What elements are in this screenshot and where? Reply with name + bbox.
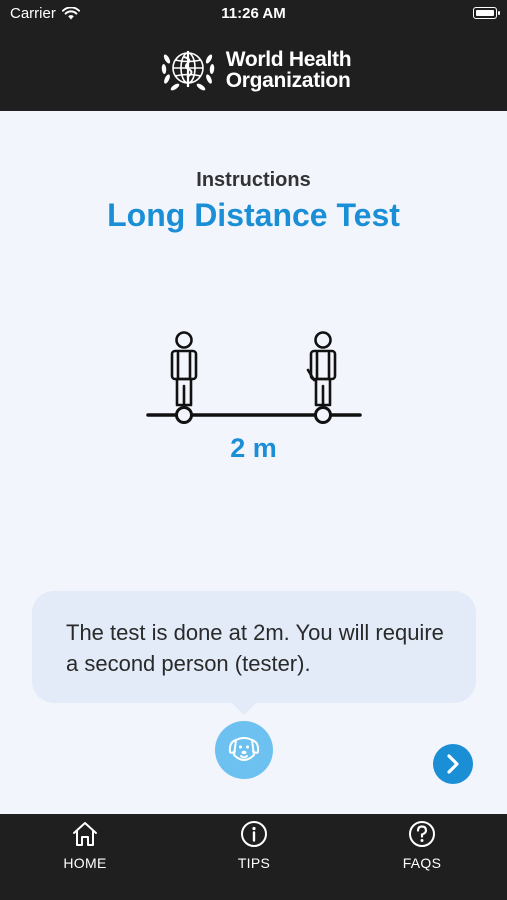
tab-tips-label: TIPS xyxy=(237,855,271,871)
bubble-text: The test is done at 2m. You will require… xyxy=(66,620,444,676)
battery-icon xyxy=(473,7,500,19)
distance-illustration xyxy=(146,331,362,424)
question-icon xyxy=(409,821,435,847)
who-emblem-icon xyxy=(161,50,214,90)
tab-faqs-label: FAQS xyxy=(402,855,442,871)
tab-faqs[interactable]: FAQS xyxy=(367,820,477,871)
distance-label: 2 m xyxy=(230,433,277,463)
who-logo: World Health Organization xyxy=(156,41,352,99)
battery-level xyxy=(475,9,494,16)
instruction-bubble: The test is done at 2m. You will require… xyxy=(32,591,476,715)
person-left-icon xyxy=(170,331,198,407)
chevron-right-icon xyxy=(447,754,459,774)
status-bar: Carrier 11:26 AM xyxy=(0,0,507,28)
distance-marker-right xyxy=(314,406,332,424)
distance-marker-left xyxy=(175,406,193,424)
status-time: 11:26 AM xyxy=(221,5,286,22)
main-content: Instructions Long Distance Test 2 m The … xyxy=(0,111,507,814)
tab-bar: HOME TIPS FAQS xyxy=(0,814,507,900)
page-title: Long Distance Test xyxy=(107,197,400,233)
info-icon xyxy=(241,821,267,847)
instructions-label: Instructions xyxy=(196,169,311,191)
app-header: World Health Organization xyxy=(0,28,507,111)
logo-line1: World Health xyxy=(225,47,352,71)
tab-home[interactable]: HOME xyxy=(30,820,140,871)
tab-home-label: HOME xyxy=(63,855,107,871)
logo-text: World Health Organization xyxy=(226,49,352,91)
logo-line2: Organization xyxy=(225,68,351,92)
person-right-icon xyxy=(306,331,337,407)
tab-tips[interactable]: TIPS xyxy=(199,820,309,871)
home-icon xyxy=(73,822,97,846)
next-button[interactable] xyxy=(433,744,473,784)
dog-face-icon[interactable] xyxy=(215,721,273,779)
